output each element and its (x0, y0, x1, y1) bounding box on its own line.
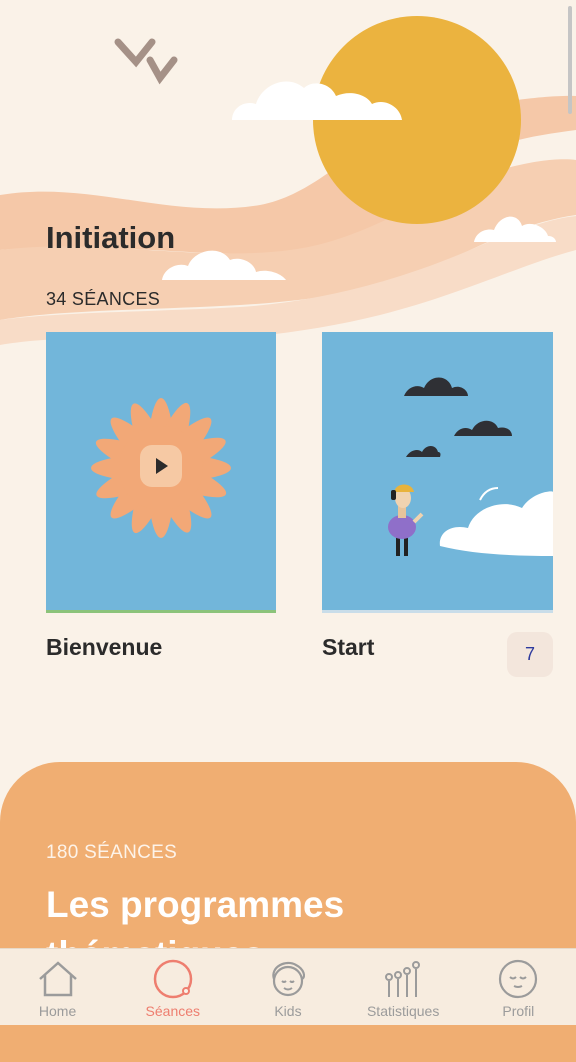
circle-icon (153, 959, 193, 999)
session-card-bienvenue[interactable] (46, 332, 276, 613)
sky-illustration (388, 377, 553, 556)
tab-kids-label: Kids (274, 1003, 302, 1019)
session-card-start[interactable] (322, 332, 553, 613)
card-title-start: Start (322, 634, 375, 660)
section-count: 34 SÉANCES (46, 289, 161, 309)
tab-home-label: Home (38, 1003, 77, 1019)
tab-home[interactable]: Home (0, 949, 115, 1019)
play-icon (156, 458, 168, 474)
profile-face-icon (499, 959, 538, 999)
bird-shapes (114, 38, 178, 85)
play-button[interactable] (140, 445, 182, 487)
child-face-icon (272, 961, 306, 997)
tab-profil[interactable]: Profil (461, 949, 576, 1019)
tab-seances[interactable]: Séances (115, 949, 230, 1019)
card-title-bienvenue: Bienvenue (46, 634, 163, 660)
tab-statistiques-label: Statistiques (366, 1003, 440, 1019)
tab-profil-label: Profil (502, 1003, 535, 1019)
person-figure (388, 484, 424, 556)
tab-kids[interactable]: Kids (230, 949, 345, 1019)
stats-icon (385, 961, 421, 997)
bottom-tab-bar: Home Séances Kids Statistiques Profil (0, 948, 576, 1025)
scrollbar[interactable] (568, 6, 572, 114)
tab-seances-label: Séances (145, 1003, 201, 1019)
white-cloud (439, 491, 553, 556)
dark-clouds (404, 377, 512, 457)
programs-count: 180 SÉANCES (46, 842, 178, 863)
section-title: Initiation (46, 220, 176, 255)
count-badge: 7 (507, 632, 553, 677)
house-icon (38, 961, 77, 997)
tab-statistiques[interactable]: Statistiques (346, 949, 461, 1019)
